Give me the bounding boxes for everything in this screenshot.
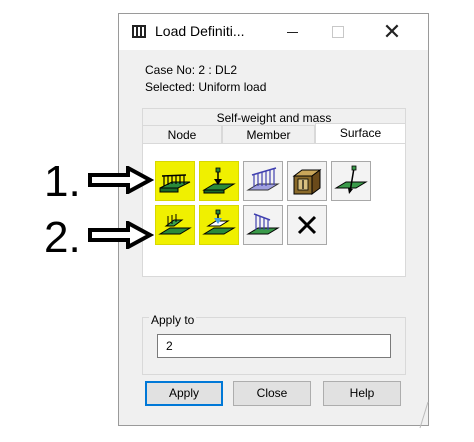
title-bar: Load Definiti... ✕: [119, 14, 428, 50]
apply-button[interactable]: Apply: [145, 381, 223, 406]
surface-point-load-button[interactable]: [199, 161, 239, 201]
close-button[interactable]: Close: [233, 381, 311, 406]
maximize-button[interactable]: [315, 14, 361, 50]
minimize-icon: [286, 31, 298, 33]
linear-load-on-contour-icon: [246, 213, 280, 235]
tab-node[interactable]: Node: [142, 125, 222, 144]
apply-to-label: Apply to: [149, 313, 197, 327]
uniform-surface-load-button[interactable]: [155, 161, 195, 201]
tab-member[interactable]: Member: [222, 125, 315, 144]
annotation-label-2: 2.: [44, 213, 81, 262]
minimize-button[interactable]: [269, 14, 315, 50]
apply-to-input[interactable]: 2: [157, 334, 391, 358]
volume-load-button[interactable]: [287, 161, 327, 201]
tab-surface[interactable]: Surface: [315, 123, 406, 144]
selected-load-text: Selected: Uniform load: [145, 80, 267, 94]
close-icon: ✕: [382, 19, 402, 44]
arrow-right-icon: [88, 166, 154, 194]
close-window-button[interactable]: ✕: [369, 14, 415, 50]
volume-load-icon: [292, 169, 322, 195]
surface-linear-load-icon: [246, 167, 280, 191]
surface-linear-load-button[interactable]: [243, 161, 283, 201]
uniform-load-on-contour-button[interactable]: [155, 205, 195, 245]
arrow-right-icon: [88, 221, 154, 249]
surface-pressure-load-icon: [334, 165, 368, 194]
surface-point-load-icon: [202, 167, 236, 194]
window-title: Load Definiti...: [155, 23, 245, 39]
surface-pressure-load-button[interactable]: [331, 161, 371, 201]
resize-grip-icon[interactable]: [418, 400, 430, 430]
annotation-label-1: 1.: [44, 157, 81, 206]
point-load-on-contour-icon: [202, 209, 236, 235]
point-load-on-contour-button[interactable]: [199, 205, 239, 245]
uniform-surface-load-icon: [159, 174, 191, 193]
delete-load-button[interactable]: [287, 205, 327, 245]
maximize-icon: [332, 26, 344, 38]
case-number-text: Case No: 2 : DL2: [145, 63, 238, 77]
delete-load-icon: [297, 215, 317, 235]
help-button[interactable]: Help: [323, 381, 401, 406]
surface-load-panel: [142, 143, 406, 277]
linear-load-on-contour-button[interactable]: [243, 205, 283, 245]
app-icon: [132, 25, 146, 38]
load-definition-dialog: Load Definiti... ✕ Case No: 2 : DL2 Sele…: [118, 13, 429, 426]
uniform-load-on-contour-icon: [158, 214, 192, 235]
